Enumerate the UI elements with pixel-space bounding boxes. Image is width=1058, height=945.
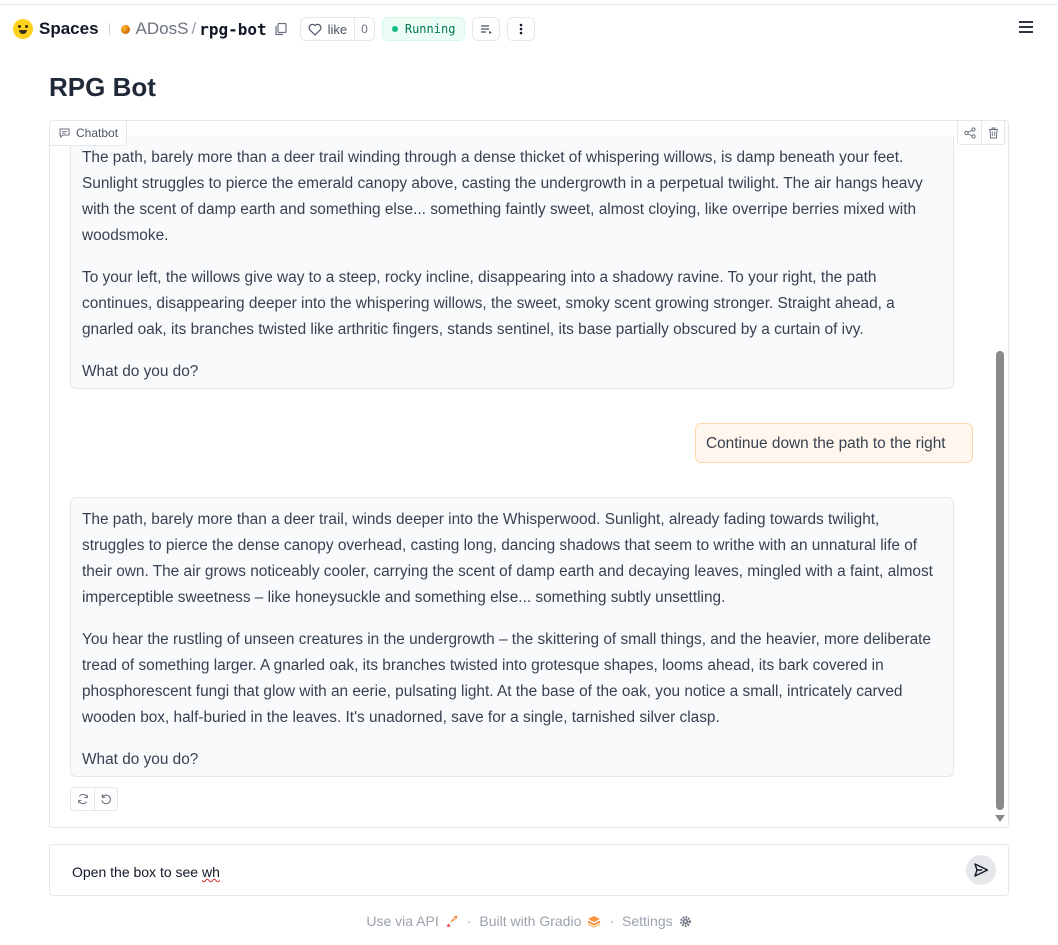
input-misspelled-word: wh [201,864,220,880]
status-label: Running [404,22,456,36]
footer-separator: · [466,913,472,929]
chatbot-panel: Chatbot The path, barely more than a dee… [49,120,1009,828]
bot-message: The path, barely more than a deer trail,… [70,497,954,777]
owner-link[interactable]: ADosS [136,19,189,39]
undo-icon [101,794,111,805]
use-via-api-label: Use via API [366,913,439,929]
spaces-link[interactable]: Spaces [39,19,99,39]
chatbot-label-text: Chatbot [76,126,119,140]
queue-button[interactable] [472,17,501,41]
like-count: 0 [354,18,374,40]
message-paragraph: The path, barely more than a deer trail,… [82,511,933,606]
chatbot-label: Chatbot [50,121,128,146]
settings-label: Settings [622,913,673,929]
list-play-icon [480,24,492,34]
settings-link[interactable]: Settings [622,913,692,929]
space-header: Spaces ADosS / rpg-bot like 0 Running [0,5,1058,53]
more-options-button[interactable] [507,17,536,41]
clear-chat-button[interactable] [981,121,1004,144]
message-paragraph: The path, barely more than a deer trail … [82,149,923,244]
built-with-gradio-link[interactable]: Built with Gradio [479,913,601,929]
more-vertical-icon [520,23,523,35]
input-value-text: Open the box to see [72,864,202,880]
undo-button[interactable] [94,788,117,810]
scrollbar-thumb[interactable] [996,351,1004,810]
like-button[interactable]: like 0 [299,17,375,41]
message-input-container: Open the box to see wh [49,844,1009,896]
heart-icon [308,23,322,36]
chatbot-toolbar [957,121,1005,145]
message-input[interactable]: Open the box to see wh [72,864,220,880]
refresh-icon [77,793,88,805]
copy-icon[interactable] [274,22,288,36]
path-separator: / [191,19,197,38]
message-paragraph: You hear the rustling of unseen creature… [82,631,931,726]
retry-button[interactable] [71,788,94,810]
send-button[interactable] [966,855,996,885]
send-icon [974,863,989,877]
user-message: Continue down the path to the right [695,423,973,463]
status-dot-icon [391,26,398,32]
rocket-icon [446,915,457,928]
chat-bubble-icon [59,128,70,138]
like-label: like [327,21,348,37]
message-actions [70,787,118,811]
message-paragraph: What do you do? [82,751,199,768]
message-paragraph: What do you do? [82,363,199,380]
share-icon [963,126,976,139]
gear-icon [679,915,691,927]
message-paragraph: To your left, the willows give way to a … [82,269,895,338]
scroll-down-arrow-icon[interactable] [995,815,1005,822]
footer: Use via API · Built with Gradio · Settin… [0,913,1058,929]
gradio-logo-icon [588,915,601,928]
status-badge[interactable]: Running [381,17,466,41]
menu-icon[interactable] [1018,20,1034,34]
owner-avatar-icon [120,24,130,34]
page-title: RPG Bot [49,72,156,102]
header-divider [108,23,110,35]
trash-icon [988,127,998,138]
repo-name-link[interactable]: rpg-bot [199,20,266,39]
share-button[interactable] [958,121,981,144]
built-with-gradio-label: Built with Gradio [479,913,582,929]
footer-separator: · [609,913,615,929]
use-via-api-link[interactable]: Use via API [366,913,458,929]
bot-message: The path, barely more than a deer trail … [70,135,954,389]
huggingface-logo-icon[interactable] [13,19,33,39]
